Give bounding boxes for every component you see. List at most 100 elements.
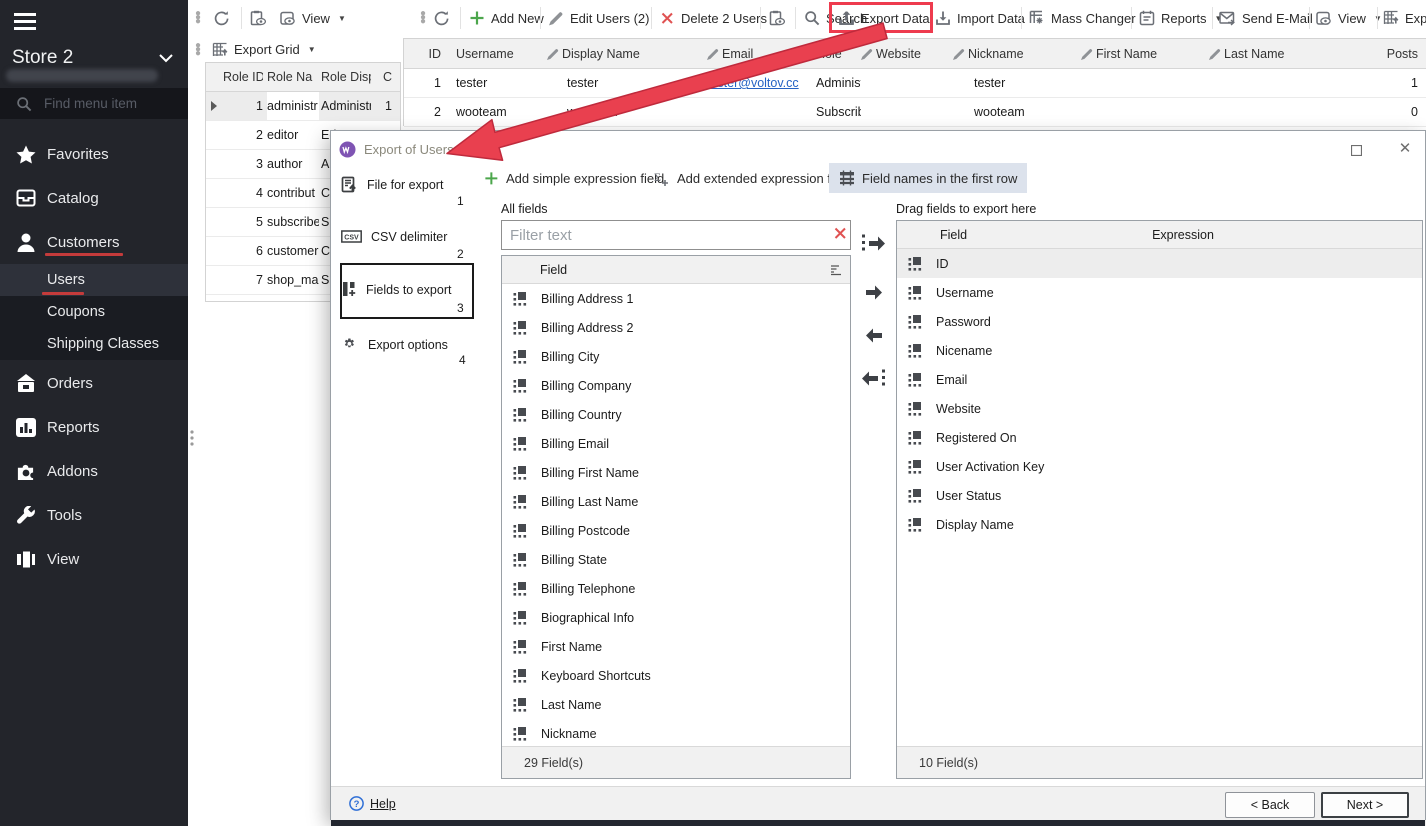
- next-button[interactable]: Next >: [1321, 792, 1409, 818]
- list-item[interactable]: Username: [897, 278, 1422, 307]
- table-row[interactable]: 1 administr Administra 1: [206, 92, 400, 121]
- move-right-button[interactable]: [859, 278, 889, 304]
- col-header-count[interactable]: C: [371, 70, 400, 84]
- move-all-right-button[interactable]: [859, 229, 889, 255]
- close-button[interactable]: ✕: [1395, 138, 1415, 158]
- move-all-left-button[interactable]: [859, 364, 889, 390]
- sidebar-item-orders[interactable]: Orders: [0, 361, 188, 405]
- list-item[interactable]: Website: [897, 394, 1422, 423]
- col-header-first-name[interactable]: First Name: [1081, 47, 1209, 61]
- list-item[interactable]: Billing Last Name: [502, 487, 850, 516]
- step-export-options[interactable]: Export options: [341, 335, 473, 354]
- step-file-for-export[interactable]: File for export: [341, 176, 473, 193]
- col-header-posts[interactable]: Posts: [1341, 47, 1426, 61]
- export-grid-button[interactable]: Export Grid▼: [212, 36, 316, 63]
- chevron-down-icon[interactable]: [158, 53, 174, 63]
- list-item[interactable]: Last Name: [502, 690, 850, 719]
- sidebar-item-shipping-classes[interactable]: Shipping Classes: [0, 328, 188, 360]
- col-header-id[interactable]: ID: [404, 47, 447, 61]
- step-csv-delimiter[interactable]: CSV CSV delimiter: [341, 229, 473, 244]
- field-names-first-row-toggle[interactable]: Field names in the first row: [829, 163, 1027, 193]
- delete-users-button[interactable]: Delete 2 Users: [660, 0, 767, 36]
- list-item[interactable]: Billing Email: [502, 429, 850, 458]
- list-item[interactable]: Biographical Info: [502, 603, 850, 632]
- filter-input[interactable]: [501, 220, 851, 250]
- list-item[interactable]: Billing Address 1: [502, 284, 850, 313]
- list-item[interactable]: Nickname: [502, 719, 850, 748]
- table-row[interactable]: 2 wooteam wooteam Subscribe wooteam 0: [404, 98, 1426, 127]
- drag-handle-icon: [513, 495, 527, 509]
- sidebar-item-catalog[interactable]: Catalog: [0, 176, 188, 220]
- toolbar-drag-handle[interactable]: ●●●: [195, 36, 201, 63]
- move-left-button[interactable]: [859, 321, 889, 347]
- view-menu-button[interactable]: View▼: [280, 0, 346, 36]
- refresh-users-button[interactable]: [434, 0, 450, 36]
- col-header-role[interactable]: Role: [801, 47, 861, 61]
- help-link[interactable]: Help: [349, 796, 396, 811]
- table-row[interactable]: 1 tester tester tester@voltov.cc Adminis…: [404, 69, 1426, 98]
- toolbar-separator-handle[interactable]: ●●●: [420, 0, 426, 36]
- col-header-display-name[interactable]: Display Name: [547, 47, 707, 61]
- all-fields-list-header[interactable]: Field: [502, 256, 850, 284]
- list-item[interactable]: User Activation Key: [897, 452, 1422, 481]
- col-header-role-id[interactable]: Role ID: [223, 70, 263, 84]
- list-item[interactable]: Billing Address 2: [502, 313, 850, 342]
- list-item[interactable]: Display Name: [897, 510, 1422, 539]
- reports-menu-button[interactable]: Reports▼: [1139, 0, 1222, 36]
- add-new-button[interactable]: Add New: [469, 0, 544, 36]
- list-item[interactable]: Keyboard Shortcuts: [502, 661, 850, 690]
- list-item[interactable]: Email: [897, 365, 1422, 394]
- list-item[interactable]: Password: [897, 307, 1422, 336]
- mass-changer-button[interactable]: Mass Changer: [1029, 0, 1136, 36]
- clear-filter-icon[interactable]: [833, 226, 848, 241]
- sidebar-item-users[interactable]: Users: [0, 264, 188, 296]
- col-header-website[interactable]: Website: [861, 47, 953, 61]
- col-header-email[interactable]: Email: [707, 47, 801, 61]
- email-link[interactable]: tester@voltov.cc: [707, 76, 799, 90]
- list-item[interactable]: Billing Country: [502, 400, 850, 429]
- sidebar-item-addons[interactable]: Addons: [0, 449, 188, 493]
- sidebar-item-coupons[interactable]: Coupons: [0, 296, 188, 328]
- grid-settings-button[interactable]: [250, 0, 266, 36]
- view-menu-button-2[interactable]: View▼: [1316, 0, 1382, 36]
- step-fields-to-export[interactable]: Fields to export: [341, 281, 473, 298]
- export-grid-button-right[interactable]: Exp: [1383, 0, 1426, 36]
- col-header-nickname[interactable]: Nickname: [953, 47, 1081, 61]
- list-item[interactable]: Billing Company: [502, 371, 850, 400]
- list-item[interactable]: ID: [897, 249, 1422, 278]
- sidebar-search[interactable]: Find menu item: [0, 88, 188, 119]
- add-simple-expression-button[interactable]: Add simple expression field: [484, 163, 664, 193]
- col-header-role-display[interactable]: Role Disp: [321, 70, 371, 84]
- list-item[interactable]: Billing First Name: [502, 458, 850, 487]
- list-item[interactable]: Nicename: [897, 336, 1422, 365]
- list-item[interactable]: Billing Postcode: [502, 516, 850, 545]
- panel-splitter[interactable]: [190, 430, 194, 446]
- export-fields-label: Drag fields to export here: [896, 202, 1036, 216]
- list-item[interactable]: Billing State: [502, 545, 850, 574]
- col-header-last-name[interactable]: Last Name: [1209, 47, 1341, 61]
- edit-users-button[interactable]: Edit Users (2): [549, 0, 649, 36]
- back-button[interactable]: < Back: [1225, 792, 1315, 818]
- list-item[interactable]: User Status: [897, 481, 1422, 510]
- list-item[interactable]: Billing City: [502, 342, 850, 371]
- import-data-button[interactable]: Import Data: [935, 0, 1025, 36]
- list-item[interactable]: First Name: [502, 632, 850, 661]
- send-email-button[interactable]: Send E-Mail: [1219, 0, 1313, 36]
- maximize-button[interactable]: [1346, 140, 1366, 160]
- add-extended-expression-button[interactable]: Σ Add extended expression field: [653, 163, 851, 193]
- export-data[interactable]: Export Data: [839, 0, 930, 36]
- col-header-username[interactable]: Username: [447, 47, 547, 61]
- toolbar-drag-handle[interactable]: ●●●: [195, 0, 201, 36]
- sidebar-item-reports[interactable]: Reports: [0, 405, 188, 449]
- list-item[interactable]: Billing Telephone: [502, 574, 850, 603]
- col-header-role-name[interactable]: Role Na: [267, 70, 319, 84]
- sidebar-item-tools[interactable]: Tools: [0, 493, 188, 537]
- grid-settings-button-2[interactable]: [769, 0, 785, 36]
- hamburger-icon[interactable]: [14, 13, 36, 30]
- refresh-button[interactable]: [214, 0, 230, 36]
- export-fields-header[interactable]: Field Expression: [897, 221, 1422, 249]
- sidebar-item-favorites[interactable]: Favorites: [0, 132, 188, 176]
- list-item[interactable]: Registered On: [897, 423, 1422, 452]
- sidebar-item-view[interactable]: View: [0, 537, 188, 581]
- sidebar-item-customers[interactable]: Customers: [0, 220, 188, 264]
